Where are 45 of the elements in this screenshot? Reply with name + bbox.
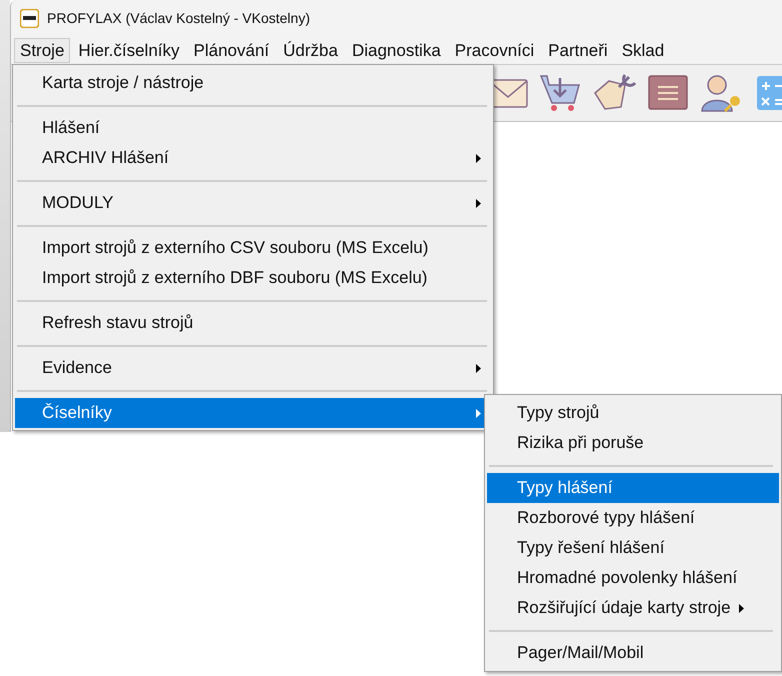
menu-item-label: Import strojů z externího CSV souboru (MS Excelu) <box>42 238 428 258</box>
menu-item[interactable]: Hromadné povolenky hlášení <box>487 563 779 593</box>
menu-item[interactable]: Karta stroje / nástroje <box>15 68 493 98</box>
menu-bar-item[interactable]: Sklad <box>616 38 670 62</box>
menu-item-label: MODULY <box>42 193 114 213</box>
menu-item[interactable]: Typy hlášení <box>487 473 779 503</box>
menu-item[interactable]: Rizika při poruše <box>487 428 779 458</box>
menu-item-label: Karta stroje / nástroje <box>42 73 204 93</box>
menu-item[interactable]: Refresh stavu strojů <box>15 308 493 338</box>
menu-item[interactable]: ARCHIV Hlášení <box>15 143 493 173</box>
app-logo-icon <box>20 8 39 28</box>
window-title: PROFYLAX (Václav Kostelný - VKostelny) <box>47 10 310 26</box>
menu-bar-item[interactable]: Údržba <box>277 38 344 62</box>
menu-item[interactable]: Typy řešení hlášení <box>487 533 779 563</box>
calculator-icon <box>755 74 782 112</box>
menu-item-label: Typy řešení hlášení <box>517 538 664 558</box>
menu-bar-item[interactable]: Hier.číselníky <box>72 38 186 62</box>
menu-item-label: ARCHIV Hlášení <box>42 148 169 168</box>
menu-bar-item[interactable]: Pracovníci <box>448 38 540 62</box>
menu-item-label: Pager/Mail/Mobil <box>517 643 644 663</box>
menu-item[interactable]: Pager/Mail/Mobil <box>487 638 779 668</box>
menu-item-label: Import strojů z externího DBF souboru (MS Excelu) <box>42 268 428 288</box>
menu-item[interactable]: MODULY <box>15 188 493 218</box>
menu-bar-item[interactable]: Plánování <box>188 38 276 62</box>
menu-item-label: Evidence <box>42 358 112 378</box>
menu-bar-item[interactable]: Partneři <box>542 38 614 62</box>
menu-item-label: Typy hlášení <box>517 478 612 498</box>
menu-item[interactable]: Import strojů z externího DBF souboru (MS Excelu) <box>15 263 493 293</box>
menu-item-label: Hromadné povolenky hlášení <box>517 568 738 588</box>
menu-item-label: Refresh stavu strojů <box>42 313 194 333</box>
menu-item[interactable]: Hlášení <box>15 113 493 143</box>
menu-bar-item[interactable]: Diagnostika <box>346 38 447 62</box>
menu-item[interactable]: Rozšiřující údaje karty stroje <box>487 593 779 623</box>
menu-item[interactable]: Rozborové typy hlášení <box>487 503 779 533</box>
menu-item-label: Typy strojů <box>517 403 600 423</box>
menu-item-label: Hlášení <box>42 118 100 138</box>
menu-item[interactable]: Evidence <box>15 353 493 383</box>
menu-item[interactable]: Import strojů z externího CSV souboru (MS Excelu) <box>15 233 493 263</box>
menu-item-label: Rizika při poruše <box>517 433 644 453</box>
list-icon <box>647 74 689 112</box>
menu-bar-item[interactable]: Stroje <box>14 38 70 62</box>
shopping-cart-icon <box>539 73 581 113</box>
menu-item-label: Rozborové typy hlášení <box>517 508 695 528</box>
menu-item-label: Číselníky <box>42 403 112 423</box>
menu-item-label: Rozšiřující údaje karty stroje <box>517 598 731 618</box>
